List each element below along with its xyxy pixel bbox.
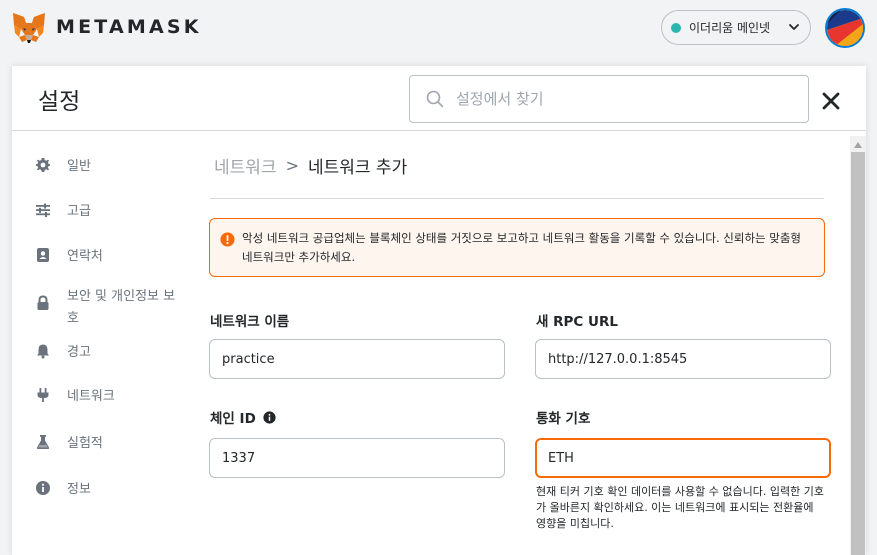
sidebar-item-alerts[interactable]: 경고 — [34, 342, 187, 364]
chain-id-label-row: 체인 ID — [210, 407, 276, 427]
breadcrumb: 네트워크 > 네트워크 추가 — [214, 153, 407, 178]
flask-icon — [34, 433, 52, 451]
scroll-up-arrow-icon[interactable] — [854, 142, 862, 148]
account-avatar[interactable] — [825, 8, 865, 48]
sidebar-item-advanced[interactable]: 고급 — [34, 201, 187, 223]
sidebar-item-general[interactable]: 일반 — [34, 156, 187, 178]
network-status-dot — [671, 22, 681, 33]
scrollbar-thumb[interactable] — [851, 152, 865, 555]
bell-icon — [34, 342, 52, 360]
currency-symbol-helper: 현재 티커 기호 확인 데이터를 사용할 수 없습니다. 입력한 기호가 올바른… — [536, 485, 824, 530]
chain-id-input[interactable] — [209, 438, 505, 478]
sidebar-item-label: 연락처 — [67, 249, 103, 264]
metamask-fox-logo[interactable] — [11, 11, 47, 45]
sidebar-item-experimental[interactable]: 실험적 — [34, 433, 187, 455]
network-label: 이더리움 메인넷 — [689, 21, 771, 35]
currency-symbol-input[interactable] — [535, 438, 831, 478]
info-icon — [34, 479, 52, 497]
network-name-label: 네트워크 이름 — [210, 314, 290, 330]
network-selector[interactable]: 이더리움 메인넷 — [661, 10, 811, 45]
sidebar-item-label: 정보 — [67, 482, 91, 497]
sidebar-item-label: 경고 — [67, 345, 91, 360]
breadcrumb-current: 네트워크 추가 — [307, 158, 408, 178]
sidebar-item-about[interactable]: 정보 — [34, 479, 187, 501]
sidebar-item-contacts[interactable]: 연락처 — [34, 246, 187, 268]
rpc-url-input[interactable] — [535, 339, 831, 379]
network-name-input[interactable] — [209, 339, 505, 379]
lock-icon — [34, 294, 52, 312]
chevron-down-icon — [789, 24, 799, 30]
warning-icon — [220, 232, 235, 247]
section-divider — [210, 198, 824, 199]
sidebar-item-label: 네트워크 — [67, 389, 115, 404]
page-title: 설정 — [38, 89, 81, 115]
sidebar-item-networks[interactable]: 네트워크 — [34, 386, 187, 408]
settings-card: 설정 일반 고급 — [12, 66, 866, 555]
warning-text: 악성 네트워크 공급업체는 블록체인 상태를 거짓으로 보고하고 네트워크 활동… — [242, 231, 802, 264]
contact-book-icon — [34, 246, 52, 264]
close-icon[interactable] — [820, 90, 842, 112]
search-input[interactable] — [456, 90, 776, 108]
scrollbar[interactable] — [850, 136, 866, 555]
sliders-icon — [34, 201, 52, 219]
search-box[interactable] — [409, 75, 809, 123]
sidebar-item-security-privacy[interactable]: 보안 및 개인정보 보호 — [34, 286, 187, 330]
sidebar-item-label: 고급 — [67, 204, 91, 219]
top-bar: METAMASK 이더리움 메인넷 — [0, 0, 877, 60]
settings-header: 설정 — [12, 66, 866, 131]
gear-icon — [34, 156, 52, 174]
sidebar-item-label: 실험적 — [67, 436, 103, 451]
chain-id-label: 체인 ID — [210, 411, 256, 427]
sidebar-item-label: 일반 — [67, 159, 91, 174]
app-wordmark: METAMASK — [56, 16, 202, 38]
currency-symbol-label: 통화 기호 — [536, 411, 591, 427]
info-icon[interactable] — [263, 410, 276, 424]
breadcrumb-separator: > — [285, 156, 299, 175]
rpc-url-label: 새 RPC URL — [536, 314, 618, 330]
sidebar-item-label: 보안 및 개인정보 보호 — [67, 289, 176, 326]
warning-banner: 악성 네트워크 공급업체는 블록체인 상태를 거짓으로 보고하고 네트워크 활동… — [209, 218, 825, 277]
breadcrumb-parent[interactable]: 네트워크 — [214, 153, 277, 178]
search-icon — [426, 90, 444, 108]
plug-icon — [34, 386, 52, 404]
